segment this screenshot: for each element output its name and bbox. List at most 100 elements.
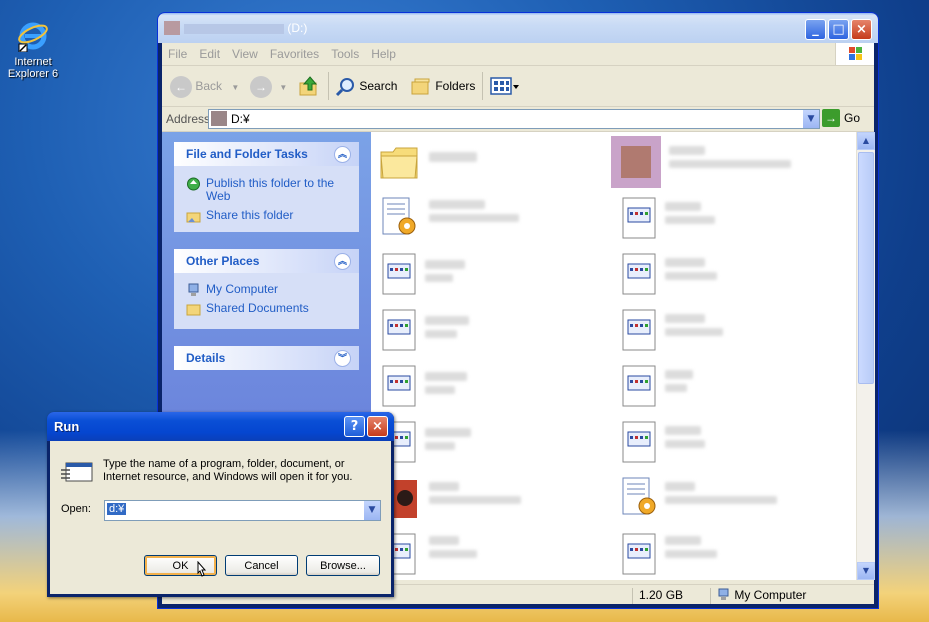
panel-header[interactable]: Details ︾ (174, 346, 359, 370)
status-size: 1.20 GB (632, 588, 683, 604)
mouse-cursor-icon (197, 561, 207, 577)
blurred-filename (665, 370, 693, 379)
blurred-details (665, 216, 715, 224)
document-icon (382, 309, 416, 351)
publish-folder-link[interactable]: Publish this folder to the Web (174, 174, 359, 206)
menu-view[interactable]: View (226, 43, 264, 65)
forward-dropdown-icon[interactable]: ▼ (279, 83, 287, 92)
collapse-icon[interactable]: ︽ (334, 253, 351, 270)
views-icon (490, 77, 519, 95)
list-item[interactable] (619, 248, 849, 298)
list-item[interactable] (619, 472, 849, 522)
config-file-icon (382, 197, 416, 235)
menu-file[interactable]: File (162, 43, 193, 65)
menu-favorites[interactable]: Favorites (264, 43, 325, 65)
minimize-button[interactable]: _ (805, 19, 826, 40)
my-computer-label: My Computer (206, 282, 279, 296)
open-label: Open: (61, 503, 91, 515)
run-titlebar[interactable]: Run ? × (47, 412, 394, 441)
panel-title: Details (186, 351, 226, 365)
menubar: File Edit View Favorites Tools Help (162, 43, 874, 66)
share-folder-link[interactable]: Share this folder (174, 206, 359, 225)
menu-help[interactable]: Help (365, 43, 402, 65)
address-input[interactable]: D:¥ ▼ (208, 109, 820, 129)
file-folder-tasks-panel: File and Folder Tasks ︽ Publish this fol… (174, 142, 359, 232)
title-redacted (184, 23, 284, 34)
views-button[interactable] (490, 75, 520, 97)
shared-documents-link[interactable]: Shared Documents (174, 299, 359, 318)
blurred-filename (429, 200, 485, 209)
desktop-icon-ie[interactable]: Internet Explorer 6 (4, 20, 62, 80)
collapse-icon[interactable]: ︽ (334, 146, 351, 163)
maximize-button[interactable]: □ (828, 19, 849, 40)
folders-icon (411, 78, 430, 95)
list-item[interactable] (379, 248, 609, 298)
search-button[interactable]: Search (334, 75, 397, 97)
back-button[interactable]: ← Back ▼ (170, 75, 239, 98)
help-button[interactable]: ? (344, 416, 365, 437)
folders-button[interactable]: Folders (410, 75, 475, 97)
open-input[interactable]: d:¥ ▼ (104, 500, 381, 521)
panel-header[interactable]: File and Folder Tasks ︽ (174, 142, 359, 166)
scroll-down-icon[interactable]: ▼ (857, 562, 875, 580)
document-icon (622, 309, 656, 351)
back-dropdown-icon[interactable]: ▼ (231, 83, 239, 92)
forward-arrow-icon: → (250, 75, 272, 98)
close-button[interactable]: × (851, 19, 872, 40)
list-item[interactable] (619, 192, 849, 242)
list-item[interactable] (619, 360, 849, 410)
list-item[interactable] (619, 304, 849, 354)
list-item[interactable] (619, 416, 849, 466)
address-bar: Address D:¥ ▼ → Go (162, 107, 874, 132)
other-places-panel: Other Places ︽ My Computer Shared Docume… (174, 249, 359, 329)
go-button[interactable]: → Go (822, 109, 860, 127)
blurred-filename (425, 372, 467, 381)
blurred-details (665, 550, 717, 558)
document-icon (622, 253, 656, 295)
scroll-thumb[interactable] (858, 152, 874, 384)
scroll-up-icon[interactable]: ▲ (857, 132, 875, 150)
list-item[interactable] (379, 136, 609, 186)
up-folder-button[interactable] (298, 75, 320, 97)
list-item[interactable] (379, 360, 609, 410)
list-item[interactable] (379, 528, 609, 578)
list-item[interactable] (619, 528, 849, 578)
panel-title: Other Places (186, 254, 260, 268)
run-dialog: Run ? × Type the name of a program, fold… (47, 412, 394, 597)
menu-tools[interactable]: Tools (325, 43, 365, 65)
run-close-button[interactable]: × (367, 416, 388, 437)
list-item[interactable] (611, 132, 841, 188)
vertical-scrollbar[interactable]: ▲ ▼ (856, 132, 875, 580)
browse-button[interactable]: Browse... (306, 555, 380, 576)
address-value: D:¥ (231, 112, 250, 126)
blurred-details (429, 550, 477, 558)
blurred-details (665, 496, 777, 504)
list-item[interactable] (379, 472, 609, 522)
forward-button[interactable]: → ▼ (250, 75, 287, 98)
open-value: d:¥ (107, 503, 127, 515)
list-item[interactable] (379, 192, 609, 242)
blurred-filename (425, 428, 471, 437)
cancel-button[interactable]: Cancel (225, 555, 298, 576)
blurred-details (669, 160, 791, 168)
blurred-details (665, 272, 717, 280)
expand-icon[interactable]: ︾ (334, 350, 351, 367)
publish-label: Publish this folder to the Web (206, 176, 335, 203)
panel-header[interactable]: Other Places ︽ (174, 249, 359, 273)
document-icon (622, 365, 656, 407)
list-item[interactable] (379, 304, 609, 354)
my-computer-icon (718, 588, 729, 600)
list-item[interactable] (379, 416, 609, 466)
blurred-filename (665, 426, 701, 435)
open-dropdown-icon[interactable]: ▼ (364, 501, 380, 520)
blurred-details (429, 496, 521, 504)
search-label: Search (359, 79, 398, 93)
address-dropdown-icon[interactable]: ▼ (803, 110, 819, 128)
blurred-details (425, 274, 453, 282)
explorer-titlebar[interactable]: (D:) _ □ × (158, 13, 878, 43)
my-computer-link[interactable]: My Computer (174, 280, 359, 299)
file-list[interactable] (371, 132, 856, 580)
menu-edit[interactable]: Edit (193, 43, 226, 65)
document-icon (382, 253, 416, 295)
image-thumbnail-icon (611, 136, 661, 188)
